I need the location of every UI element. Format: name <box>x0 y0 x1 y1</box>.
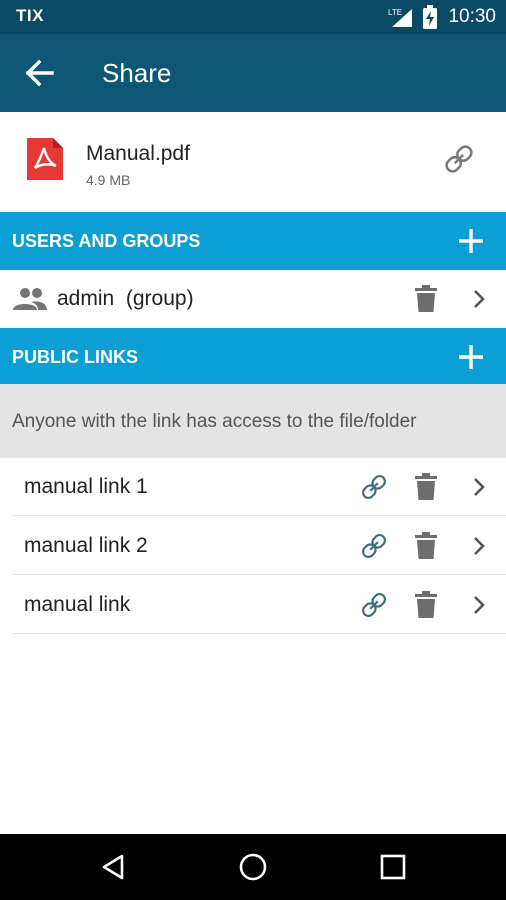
chevron-right-icon <box>474 478 485 496</box>
back-triangle-icon <box>102 854 124 880</box>
back-button[interactable] <box>22 57 56 89</box>
file-name: Manual.pdf <box>86 142 190 165</box>
pdf-icon <box>27 138 63 180</box>
system-home-button[interactable] <box>237 851 269 883</box>
copy-file-link-button[interactable] <box>442 142 476 176</box>
link-details-button[interactable] <box>470 476 488 498</box>
page-title: Share <box>102 58 172 88</box>
link-icon <box>362 475 386 499</box>
public-link-label: manual link <box>24 593 131 616</box>
user-type: (group) <box>125 287 194 310</box>
signal-icon: LTE <box>388 8 413 27</box>
copy-link-button[interactable] <box>359 531 389 561</box>
chevron-right-icon <box>474 596 485 614</box>
add-public-link-button[interactable] <box>456 342 486 372</box>
public-link-row[interactable]: manual link 1 <box>12 458 506 516</box>
status-indicators: LTE 10:30 <box>386 4 496 30</box>
plus-icon <box>459 345 483 369</box>
user-name: admin <box>57 287 115 310</box>
public-links-notice: Anyone with the link has access to the f… <box>0 384 506 458</box>
public-link-row[interactable]: manual link 2 <box>12 517 506 575</box>
public-link-label: manual link 1 <box>24 475 148 498</box>
trash-icon <box>415 532 437 559</box>
public-links-header: PUBLIC LINKS <box>0 328 506 386</box>
delete-link-button[interactable] <box>414 473 438 501</box>
chevron-right-icon <box>474 290 485 308</box>
public-link-row[interactable]: manual link <box>12 576 506 634</box>
status-bar: TIX LTE 10:30 <box>0 0 506 34</box>
app-bar: Share <box>0 34 506 112</box>
plus-icon <box>459 229 483 253</box>
trash-icon <box>415 473 437 500</box>
link-details-button[interactable] <box>470 535 488 557</box>
battery-charging-icon <box>423 5 438 29</box>
file-info: Manual.pdf 4.9 MB <box>0 112 506 212</box>
public-link-label: manual link 2 <box>24 534 148 557</box>
delete-link-button[interactable] <box>414 532 438 560</box>
trash-icon <box>415 285 437 312</box>
link-icon <box>362 593 386 617</box>
system-back-button[interactable] <box>98 851 130 883</box>
recents-square-icon <box>380 854 406 880</box>
home-circle-icon <box>239 853 267 881</box>
copy-link-button[interactable] <box>359 472 389 502</box>
system-recents-button[interactable] <box>377 851 409 883</box>
clock: 10:30 <box>448 6 496 27</box>
link-details-button[interactable] <box>470 594 488 616</box>
copy-link-button[interactable] <box>359 590 389 620</box>
users-groups-title: USERS AND GROUPS <box>12 231 201 251</box>
user-row[interactable]: admin (group) <box>0 270 506 328</box>
group-icon <box>13 288 47 310</box>
network-label: LTE <box>388 8 402 17</box>
delete-user-button[interactable] <box>414 285 438 313</box>
chevron-right-icon <box>474 537 485 555</box>
trash-icon <box>415 591 437 618</box>
notice-text: Anyone with the link has access to the f… <box>12 411 417 432</box>
system-nav-bar <box>0 834 506 900</box>
file-size: 4.9 MB <box>86 172 131 188</box>
users-groups-header: USERS AND GROUPS <box>0 212 506 270</box>
user-label: admin (group) <box>57 287 194 311</box>
user-details-button[interactable] <box>470 288 488 310</box>
public-links-title: PUBLIC LINKS <box>12 347 138 367</box>
carrier-label: TIX <box>16 6 44 25</box>
link-icon <box>445 145 473 173</box>
link-icon <box>362 534 386 558</box>
delete-link-button[interactable] <box>414 591 438 619</box>
add-user-button[interactable] <box>456 226 486 256</box>
arrow-back-icon <box>25 59 54 87</box>
